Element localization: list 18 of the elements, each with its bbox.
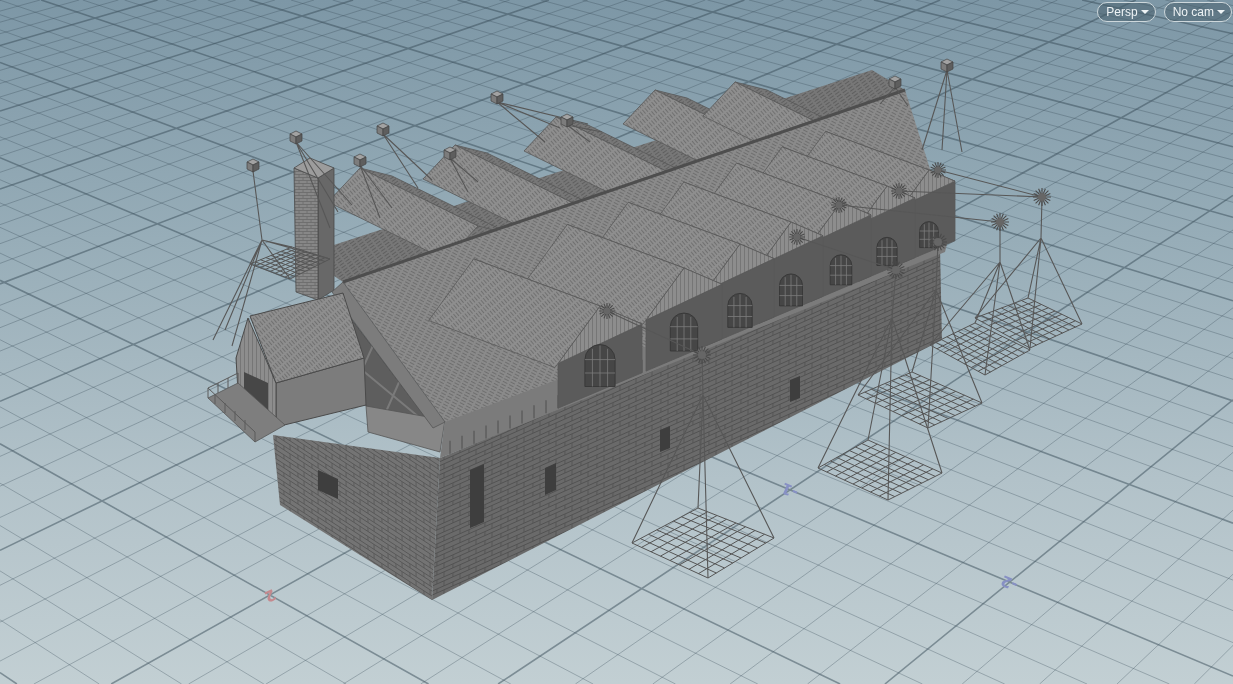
axis-label: -2 [998, 571, 1021, 595]
wall-opening [545, 463, 556, 495]
arched-window [584, 344, 616, 387]
wall-opening [660, 426, 670, 452]
arched-window [727, 293, 753, 328]
dropdown-button[interactable]: Persp [1097, 2, 1156, 22]
hanging-lantern [443, 146, 479, 193]
hanging-lantern [879, 75, 909, 107]
caret-icon [1217, 10, 1225, 14]
wall-opening [318, 470, 338, 499]
wall-opening [790, 376, 800, 402]
wall-opening [470, 464, 484, 528]
arched-window [779, 273, 803, 307]
caret-icon [1140, 10, 1149, 14]
hanging-lantern [376, 122, 433, 189]
arched-window [829, 254, 853, 286]
axis-label: 2 [261, 585, 279, 606]
dropdown-button[interactable]: No cam [1163, 2, 1232, 22]
